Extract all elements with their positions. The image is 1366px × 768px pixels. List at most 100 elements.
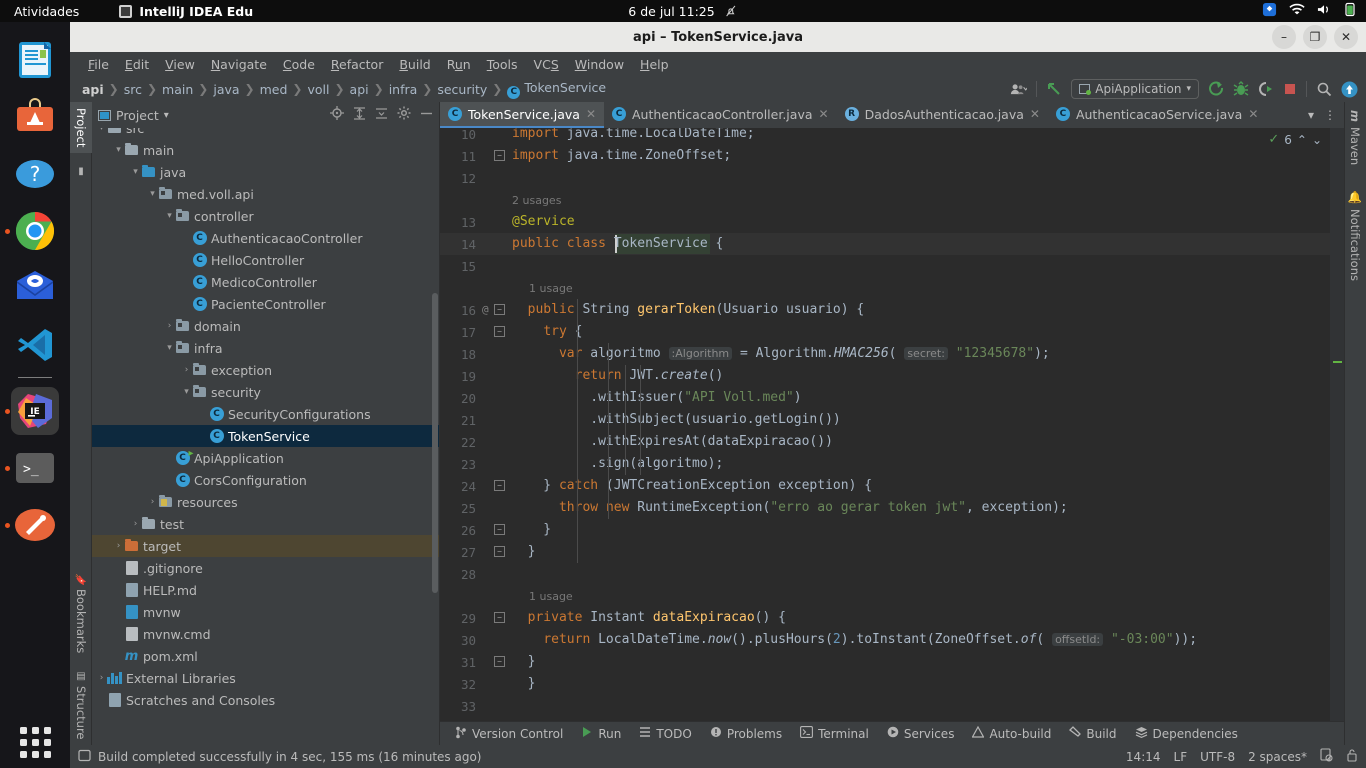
tool-window-button-dependencies[interactable]: Dependencies <box>1126 726 1247 741</box>
status-message[interactable]: Build completed successfully in 4 sec, 1… <box>98 750 481 764</box>
tree-node-main[interactable]: ▾ main <box>92 139 439 161</box>
focused-app-indicator[interactable]: IntelliJ IDEA Edu <box>119 4 253 19</box>
code-line[interactable]: @Service <box>512 214 575 229</box>
code-line[interactable]: public String gerarToken(Usuario usuario… <box>512 302 865 317</box>
project-title[interactable]: Project ▾ <box>98 108 169 123</box>
tree-expand-arrow[interactable]: ▾ <box>147 189 158 199</box>
breadcrumb-security[interactable]: security <box>433 82 491 97</box>
tool-window-button-build[interactable]: Build <box>1060 726 1125 741</box>
run-icon[interactable] <box>1208 81 1224 97</box>
breadcrumb-api-pkg[interactable]: api <box>346 82 373 97</box>
tree-node-src[interactable]: ▾ src <box>92 128 439 139</box>
breadcrumb-src[interactable]: src <box>120 82 146 97</box>
code-line[interactable]: .withExpiresAt(dataExpiracao()) <box>512 434 833 449</box>
code-line[interactable]: return JWT.create() <box>512 368 724 383</box>
arrow-up-left-icon[interactable] <box>1046 81 1062 97</box>
tree-node-security[interactable]: ▾ security <box>92 381 439 403</box>
breadcrumb-voll[interactable]: voll <box>303 82 333 97</box>
tree-expand-arrow[interactable]: ▾ <box>96 128 107 133</box>
code-line[interactable]: } catch (JWTCreationException exception)… <box>512 478 872 493</box>
gitignore-status-icon[interactable] <box>1320 748 1333 765</box>
tree-node-authenticacaocontroller[interactable]: C AuthenticacaoController <box>92 227 439 249</box>
tool-window-button-services[interactable]: Services <box>878 726 964 741</box>
hide-icon[interactable] <box>420 107 433 124</box>
previous-highlight-icon[interactable]: ⌃ <box>1297 133 1307 147</box>
sidebar-item-notifications[interactable]: 🔔 Notifications <box>1344 184 1366 287</box>
tree-node-med-voll-api[interactable]: ▾ med.voll.api <box>92 183 439 205</box>
tool-window-button-auto-build[interactable]: Auto-build <box>963 725 1060 741</box>
editor-tab-authenticacaocontroller[interactable]: C AuthenticacaoController.java ✕ <box>604 102 837 128</box>
code-fold-toggle[interactable]: − <box>494 480 505 491</box>
code-fold-toggle[interactable]: − <box>494 150 505 161</box>
tree-expand-arrow[interactable]: › <box>113 541 124 551</box>
tree-node-hellocontroller[interactable]: C HelloController <box>92 249 439 271</box>
run-coverage-icon[interactable] <box>1258 81 1274 97</box>
tree-node-resources[interactable]: › resources <box>92 491 439 513</box>
project-tree[interactable]: ▾ src ▾ main ▾ java ▾ med.voll.api ▾ controller C A… <box>92 128 439 745</box>
breadcrumb-tokenservice[interactable]: C TokenService <box>503 80 610 99</box>
tree-node-external-libraries[interactable]: › External Libraries <box>92 667 439 689</box>
editor-tab-authenticacaoservice[interactable]: C AuthenticacaoService.java ✕ <box>1048 102 1266 128</box>
code-line[interactable]: try { <box>512 324 582 339</box>
tree-node-help-md[interactable]: HELP.md <box>92 579 439 601</box>
tree-node-corsconfiguration[interactable]: C CorsConfiguration <box>92 469 439 491</box>
sidebar-item-maven[interactable]: m Maven <box>1344 104 1366 171</box>
run-configuration-selector[interactable]: ApiApplication ▾ <box>1071 79 1199 99</box>
code-line[interactable]: } <box>512 676 536 691</box>
menu-help[interactable]: Help <box>632 55 677 74</box>
tree-node-domain[interactable]: › domain <box>92 315 439 337</box>
code-line[interactable]: .sign(algoritmo); <box>512 456 723 471</box>
code-line[interactable]: public class TokenService { <box>512 236 723 251</box>
tool-window-button-todo[interactable]: TODO <box>630 726 700 741</box>
menu-refactor[interactable]: Refactor <box>323 55 391 74</box>
code-fold-toggle[interactable]: − <box>494 326 505 337</box>
dock-item-help[interactable]: ? <box>11 150 59 198</box>
system-tray[interactable] <box>1262 2 1356 20</box>
dock-item-visual-studio-code[interactable] <box>11 321 59 369</box>
menu-tools[interactable]: Tools <box>479 55 526 74</box>
editor-tab-dadosauthenticacao[interactable]: R DadosAuthenticacao.java ✕ <box>837 102 1048 128</box>
close-button[interactable]: ✕ <box>1334 25 1358 49</box>
user-account-icon[interactable] <box>1010 82 1028 96</box>
tree-node-medicocontroller[interactable]: C MedicoController <box>92 271 439 293</box>
code-line[interactable]: import java.time.ZoneOffset; <box>512 148 731 163</box>
breadcrumb-infra[interactable]: infra <box>385 82 422 97</box>
editor-marker-scrollbar[interactable] <box>1330 128 1344 721</box>
tree-node-controller[interactable]: ▾ controller <box>92 205 439 227</box>
breadcrumb-java[interactable]: java <box>209 82 243 97</box>
editor-tab-tokenservice[interactable]: C TokenService.java ✕ <box>440 102 604 128</box>
project-stripe-folder-icon[interactable]: ▮ <box>70 160 92 183</box>
dock-item-thunderbird-mail[interactable] <box>11 264 59 312</box>
tree-expand-arrow[interactable]: ▾ <box>164 343 175 353</box>
code-fold-toggle[interactable]: − <box>494 524 505 535</box>
tree-expand-arrow[interactable]: ▾ <box>181 387 192 397</box>
menu-view[interactable]: View <box>157 55 203 74</box>
search-everywhere-icon[interactable] <box>1316 81 1332 97</box>
locate-icon[interactable] <box>330 106 344 124</box>
tree-node-tokenservice[interactable]: C TokenService <box>92 425 439 447</box>
tree-node-mvnw[interactable]: mvnw <box>92 601 439 623</box>
usage-hint[interactable]: 1 usage <box>529 282 573 295</box>
close-icon[interactable]: ✕ <box>819 107 829 121</box>
menu-run[interactable]: Run <box>439 55 479 74</box>
code-line[interactable]: private Instant dataExpiracao() { <box>512 610 786 625</box>
tool-window-button-terminal[interactable]: Terminal <box>791 726 878 741</box>
stop-icon[interactable] <box>1283 82 1297 96</box>
tree-node-securityconfigurations[interactable]: C SecurityConfigurations <box>92 403 439 425</box>
tree-node-pom-xml[interactable]: m pom.xml <box>92 645 439 667</box>
code-line[interactable]: var algoritmo :Algorithm = Algorithm.HMA… <box>512 346 1050 361</box>
expand-all-icon[interactable] <box>353 106 366 124</box>
tree-expand-arrow[interactable]: › <box>96 673 107 683</box>
tree-expand-arrow[interactable]: ▾ <box>113 145 124 155</box>
code-line[interactable]: } <box>512 544 536 559</box>
dock-item-google-chrome[interactable] <box>5 207 59 255</box>
tree-expand-arrow[interactable]: › <box>130 519 141 529</box>
code-line[interactable]: throw new RuntimeException("erro ao gera… <box>512 500 1068 515</box>
sidebar-item-project[interactable]: Project <box>70 102 92 154</box>
close-icon[interactable]: ✕ <box>1030 107 1040 121</box>
settings-gear-icon[interactable] <box>397 106 411 124</box>
menu-window[interactable]: Window <box>567 55 632 74</box>
caret-position[interactable]: 14:14 <box>1126 750 1161 764</box>
chevron-down-icon[interactable]: ▾ <box>164 110 169 121</box>
inspections-widget[interactable]: ✓ 6 ⌃ ⌄ <box>1268 132 1322 147</box>
